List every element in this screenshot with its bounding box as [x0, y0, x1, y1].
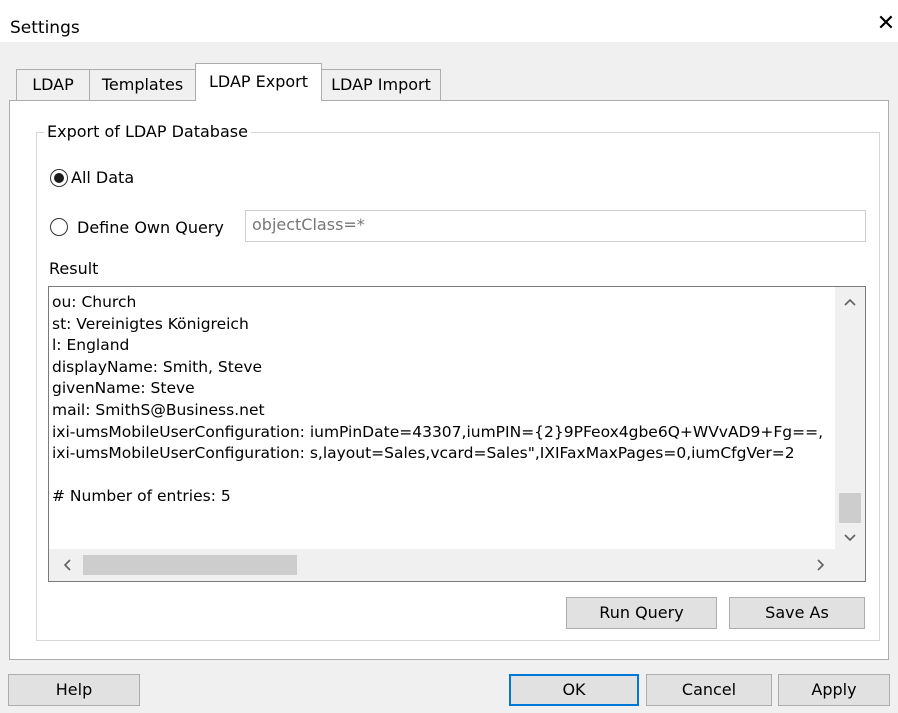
horizontal-scroll-thumb[interactable]: [83, 555, 297, 575]
result-line: ou: Church: [52, 293, 137, 311]
run-query-button[interactable]: Run Query: [566, 597, 717, 629]
result-text: ou: Church st: Vereinigtes Königreich l:…: [52, 292, 832, 508]
apply-button[interactable]: Apply: [778, 674, 890, 706]
all-data-radio[interactable]: [50, 169, 68, 187]
save-as-button[interactable]: Save As: [729, 597, 865, 629]
result-line: displayName: Smith, Steve: [52, 357, 263, 376]
result-line: st: Vereinigtes Königreich: [52, 314, 249, 333]
vertical-scrollbar[interactable]: [835, 287, 865, 549]
close-icon[interactable]: ✕: [874, 12, 898, 36]
vertical-scroll-thumb[interactable]: [839, 493, 861, 523]
result-line: # Number of entries: 5: [52, 487, 231, 506]
horizontal-scrollbar[interactable]: [49, 549, 835, 581]
scrollbar-corner: [835, 549, 865, 581]
result-line: ixi-umsMobileUserConfiguration: s,layout…: [52, 444, 795, 463]
define-query-radio[interactable]: [50, 218, 68, 236]
result-line: [52, 465, 832, 487]
result-textarea[interactable]: ou: Church st: Vereinigtes Königreich l:…: [48, 286, 866, 582]
define-query-label[interactable]: Define Own Query: [77, 218, 224, 237]
chevron-left-icon[interactable]: [57, 556, 77, 576]
all-data-label[interactable]: All Data: [71, 168, 134, 187]
result-line: ixi-umsMobileUserConfiguration: iumPinDa…: [52, 422, 824, 441]
ok-button[interactable]: OK: [509, 674, 639, 706]
window-title: Settings: [10, 18, 80, 38]
result-line: givenName: Steve: [52, 379, 195, 398]
tab-templates[interactable]: Templates: [89, 69, 196, 100]
cancel-button[interactable]: Cancel: [646, 674, 772, 706]
tab-ldap-export[interactable]: LDAP Export: [195, 63, 322, 101]
query-input[interactable]: objectClass=*: [245, 210, 866, 242]
tab-ldap-import[interactable]: LDAP Import: [321, 69, 441, 100]
tab-ldap[interactable]: LDAP: [16, 69, 90, 100]
chevron-up-icon[interactable]: [835, 291, 865, 311]
chevron-down-icon[interactable]: [835, 527, 865, 547]
export-group-label: Export of LDAP Database: [44, 122, 251, 141]
help-button[interactable]: Help: [8, 674, 140, 706]
result-label: Result: [49, 259, 99, 278]
result-line: l: England: [52, 336, 130, 355]
result-line: mail: SmithS@Business.net: [52, 400, 265, 419]
chevron-right-icon[interactable]: [811, 556, 831, 576]
